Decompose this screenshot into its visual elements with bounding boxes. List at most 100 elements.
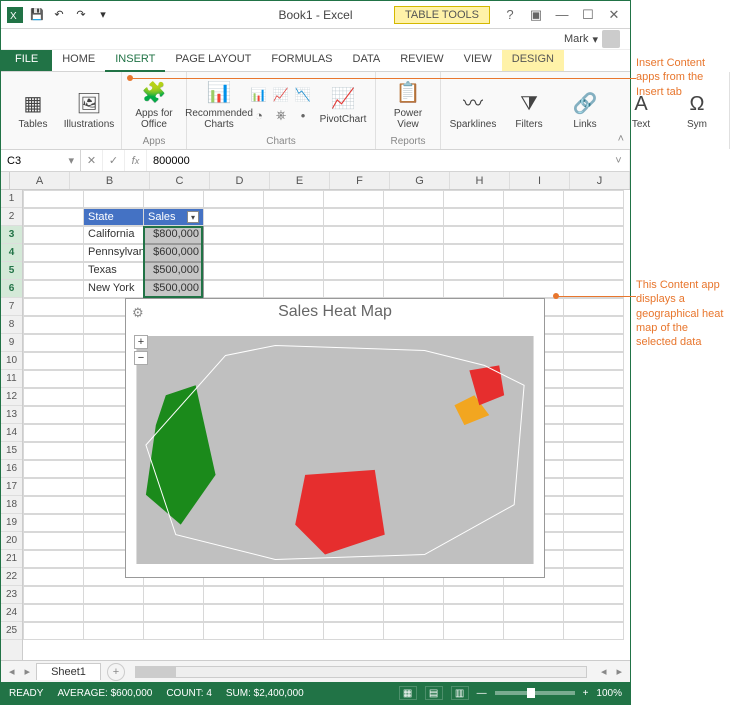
- cell[interactable]: [23, 190, 84, 208]
- cell[interactable]: [323, 604, 384, 622]
- illustrations-button[interactable]: 🖼Illustrations: [63, 91, 115, 130]
- cell[interactable]: [23, 424, 84, 442]
- cell[interactable]: [443, 586, 504, 604]
- tab-view[interactable]: VIEW: [454, 50, 502, 71]
- cell[interactable]: [263, 622, 324, 640]
- cell[interactable]: [383, 208, 444, 226]
- cell[interactable]: [563, 622, 624, 640]
- cell[interactable]: [23, 334, 84, 352]
- cell[interactable]: [383, 190, 444, 208]
- name-box-input[interactable]: [7, 155, 66, 167]
- row-header[interactable]: 17: [1, 478, 22, 496]
- horizontal-scrollbar[interactable]: [135, 666, 587, 678]
- cell[interactable]: [263, 280, 324, 298]
- cell[interactable]: [263, 226, 324, 244]
- undo-icon[interactable]: ↶: [49, 5, 69, 25]
- chart-type-icon[interactable]: ◔: [249, 106, 269, 124]
- cell[interactable]: [203, 586, 264, 604]
- cell[interactable]: [203, 622, 264, 640]
- col-header[interactable]: A: [10, 172, 70, 189]
- cell[interactable]: [563, 550, 624, 568]
- cell[interactable]: [563, 334, 624, 352]
- row-header[interactable]: 23: [1, 586, 22, 604]
- scroll-right-icon[interactable]: ▸: [612, 665, 626, 678]
- cell[interactable]: [203, 280, 264, 298]
- sparklines-button[interactable]: 〰Sparklines: [447, 91, 499, 130]
- tab-insert[interactable]: INSERT: [105, 50, 165, 72]
- cell[interactable]: [23, 496, 84, 514]
- links-button[interactable]: 🔗Links: [559, 91, 611, 130]
- cell[interactable]: [563, 568, 624, 586]
- zoom-out-icon[interactable]: −: [134, 351, 148, 365]
- cell[interactable]: [383, 280, 444, 298]
- cell[interactable]: [23, 244, 84, 262]
- row-header[interactable]: 25: [1, 622, 22, 640]
- cell[interactable]: [443, 262, 504, 280]
- cell[interactable]: [263, 244, 324, 262]
- cell[interactable]: [23, 586, 84, 604]
- col-header[interactable]: F: [330, 172, 390, 189]
- cell[interactable]: [503, 262, 564, 280]
- cell[interactable]: [563, 262, 624, 280]
- collapse-ribbon-icon[interactable]: ˄: [618, 133, 624, 145]
- table-cell[interactable]: $500,000: [143, 280, 204, 298]
- col-header[interactable]: D: [210, 172, 270, 189]
- zoom-out-icon[interactable]: —: [477, 688, 487, 699]
- name-box[interactable]: ▾: [1, 150, 81, 171]
- user-account[interactable]: Mark ▾: [564, 30, 620, 48]
- context-tab-table-tools[interactable]: TABLE TOOLS: [394, 6, 490, 24]
- cell[interactable]: [503, 622, 564, 640]
- cell[interactable]: [23, 406, 84, 424]
- cell[interactable]: [263, 262, 324, 280]
- cell[interactable]: [323, 280, 384, 298]
- cell[interactable]: [383, 262, 444, 280]
- tab-review[interactable]: REVIEW: [390, 50, 453, 71]
- cell[interactable]: [23, 622, 84, 640]
- cell[interactable]: [563, 388, 624, 406]
- row-header[interactable]: 14: [1, 424, 22, 442]
- tab-home[interactable]: HOME: [52, 50, 105, 71]
- cell[interactable]: [23, 388, 84, 406]
- cell[interactable]: [83, 604, 144, 622]
- view-normal-icon[interactable]: ▦: [399, 686, 417, 700]
- sheet-nav-next-icon[interactable]: ▸: [21, 665, 35, 678]
- row-header[interactable]: 7: [1, 298, 22, 316]
- cell[interactable]: [443, 622, 504, 640]
- cell[interactable]: [563, 298, 624, 316]
- row-header[interactable]: 2: [1, 208, 22, 226]
- add-sheet-icon[interactable]: +: [107, 663, 125, 681]
- row-header[interactable]: 8: [1, 316, 22, 334]
- cell[interactable]: [323, 622, 384, 640]
- cell[interactable]: [503, 208, 564, 226]
- cell[interactable]: [203, 226, 264, 244]
- cell[interactable]: [323, 190, 384, 208]
- power-view-button[interactable]: 📋Power View: [382, 80, 434, 130]
- col-header[interactable]: H: [450, 172, 510, 189]
- row-header[interactable]: 6: [1, 280, 22, 298]
- cell[interactable]: [443, 190, 504, 208]
- cell[interactable]: [263, 604, 324, 622]
- close-icon[interactable]: ✕: [602, 4, 626, 26]
- cell[interactable]: [323, 244, 384, 262]
- cell[interactable]: [83, 622, 144, 640]
- cell[interactable]: [563, 208, 624, 226]
- table-cell[interactable]: $600,000: [143, 244, 204, 262]
- cell[interactable]: [143, 604, 204, 622]
- tab-file[interactable]: FILE: [1, 50, 52, 71]
- cell[interactable]: [23, 514, 84, 532]
- cell[interactable]: [563, 496, 624, 514]
- cell[interactable]: [443, 226, 504, 244]
- zoom-in-icon[interactable]: +: [583, 688, 589, 699]
- cell[interactable]: [203, 244, 264, 262]
- cell[interactable]: [383, 244, 444, 262]
- cell[interactable]: [443, 604, 504, 622]
- row-header[interactable]: 12: [1, 388, 22, 406]
- cell[interactable]: [563, 586, 624, 604]
- scroll-left-icon[interactable]: ◂: [597, 665, 611, 678]
- chart-type-icon[interactable]: 📊: [249, 86, 269, 104]
- pivotchart-button[interactable]: 📈PivotChart: [317, 86, 369, 125]
- row-header[interactable]: 16: [1, 460, 22, 478]
- cell[interactable]: [443, 280, 504, 298]
- table-cell[interactable]: $500,000: [143, 262, 204, 280]
- cell[interactable]: [203, 262, 264, 280]
